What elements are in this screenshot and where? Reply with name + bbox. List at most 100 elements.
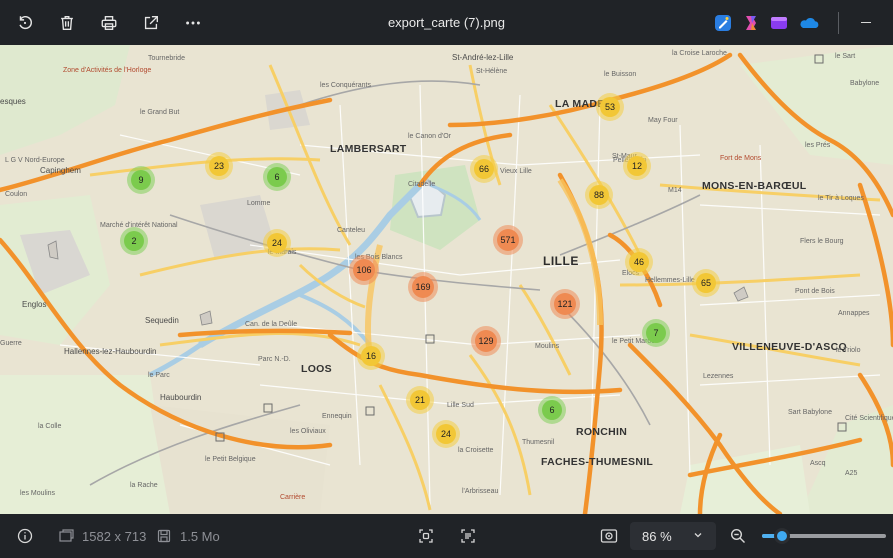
crop-button[interactable]: [418, 514, 434, 558]
cluster-marker[interactable]: 24: [432, 420, 460, 448]
info-button[interactable]: [17, 514, 33, 558]
zoom-slider-thumb[interactable]: [773, 528, 790, 544]
more-options-button[interactable]: [172, 2, 214, 44]
map-place-label: MONS-EN-BARŒUL: [702, 180, 807, 192]
map-place-label: Lomme: [247, 200, 271, 207]
toolbar-actions: [0, 2, 214, 44]
map-place-label: Ennequin: [322, 413, 352, 420]
cluster-count: 23: [209, 156, 229, 176]
map-image[interactable]: Tournebride Zone d'Activités de l'Horloge…: [0, 45, 893, 514]
cluster-marker[interactable]: 46: [625, 248, 653, 276]
cluster-marker[interactable]: 129: [471, 326, 501, 356]
map-place-label: LAMBERSART: [330, 143, 407, 155]
map-place-label: Guerre: [0, 340, 22, 347]
map-place-label: Annappes: [838, 310, 870, 317]
cluster-count: 571: [497, 229, 519, 251]
rotate-button[interactable]: [4, 2, 46, 44]
map-place-label: Lille Sud: [447, 402, 474, 409]
cluster-marker[interactable]: 121: [550, 289, 580, 319]
map-place-label: Ascq: [810, 460, 826, 467]
filesize-text: 1.5 Mo: [180, 528, 220, 544]
minimize-icon: [861, 22, 871, 23]
onedrive-app-icon[interactable]: [798, 14, 820, 32]
cluster-marker[interactable]: 24: [263, 229, 291, 257]
zoom-out-button[interactable]: [730, 514, 746, 558]
fit-to-window-button[interactable]: [600, 514, 618, 558]
cluster-marker[interactable]: 88: [585, 181, 613, 209]
map-place-label: Lezennes: [703, 373, 734, 380]
map-place-label: le Buisson: [604, 71, 637, 78]
cluster-marker[interactable]: 23: [205, 152, 233, 180]
cluster-marker[interactable]: 169: [408, 272, 438, 302]
cluster-marker[interactable]: 53: [596, 93, 624, 121]
top-toolbar: export_carte (7).png: [0, 0, 893, 45]
photo-viewer-window: export_carte (7).png Tournebride Zone d'…: [0, 0, 893, 558]
map-place-label: le Parc: [148, 372, 170, 379]
cluster-count: 12: [627, 156, 647, 176]
map-place-label: Vieux Lille: [500, 168, 532, 175]
cluster-marker[interactable]: 16: [357, 342, 385, 370]
cluster-count: 88: [589, 185, 609, 205]
cluster-marker[interactable]: 571: [493, 225, 523, 255]
cluster-marker[interactable]: 66: [470, 155, 498, 183]
map-place-label: M14: [668, 187, 682, 194]
map-place-label: Citadelle: [408, 181, 436, 188]
map-place-label: esques: [0, 97, 26, 106]
cluster-marker[interactable]: 6: [538, 396, 566, 424]
share-button[interactable]: [130, 2, 172, 44]
clipchamp-app-icon[interactable]: [770, 14, 788, 32]
print-button[interactable]: [88, 2, 130, 44]
cluster-count: 46: [629, 252, 649, 272]
map-place-label: Carrière: [280, 494, 306, 501]
rotate-icon: [19, 15, 32, 29]
map-place-label: la Croisette: [458, 447, 494, 454]
cluster-marker[interactable]: 65: [692, 269, 720, 297]
delete-button[interactable]: [46, 2, 88, 44]
chevron-down-icon: [694, 533, 702, 538]
map-place-label: Babylone: [850, 80, 880, 87]
zoom-out-icon: [730, 528, 745, 543]
map-place-label: Haubourdin: [160, 393, 202, 402]
map-place-label: Cité Scientifique: [845, 415, 893, 422]
cluster-count: 2: [124, 231, 144, 251]
map-place-label: Thumesnil: [522, 439, 555, 446]
delete-icon: [61, 15, 73, 30]
zoom-level-select[interactable]: 86 %: [630, 522, 716, 550]
map-place-label: Sart Babylone: [788, 409, 832, 416]
disk-icon: [157, 529, 171, 543]
cluster-marker[interactable]: 6: [263, 163, 291, 191]
info-icon: [17, 528, 33, 544]
cluster-count: 6: [542, 400, 562, 420]
map-place-label: Can. de la Deûle: [245, 321, 298, 328]
copilot-app-icon[interactable]: [742, 14, 760, 32]
map-place-label: Parc N.-D.: [258, 356, 291, 363]
status-bar: 1582 x 713 1.5 Mo 86 %: [0, 514, 893, 558]
share-icon: [144, 15, 158, 29]
dimensions-text: 1582 x 713: [82, 528, 147, 544]
map-place-label: la Colle: [38, 423, 62, 430]
cluster-count: 9: [131, 170, 151, 190]
map-place-label: Moulins: [535, 343, 560, 350]
map-place-label: A25: [845, 470, 858, 477]
cluster-marker[interactable]: 9: [127, 166, 155, 194]
map-place-label: Hallennes-lez-Haubourdin: [64, 347, 157, 356]
cluster-marker[interactable]: 106: [349, 255, 379, 285]
cluster-marker[interactable]: 12: [623, 152, 651, 180]
cluster-marker[interactable]: 7: [642, 319, 670, 347]
map-place-label: le Triolo: [836, 347, 861, 354]
map-place-label: Tournebride: [148, 55, 185, 62]
cluster-marker[interactable]: 21: [406, 386, 434, 414]
edit-app-icon[interactable]: [714, 14, 732, 32]
toolbar-separator: [838, 11, 839, 34]
zoom-slider[interactable]: [762, 528, 886, 544]
map-place-label: le Tir à Loques: [818, 195, 864, 202]
map-place-label: RONCHIN: [576, 426, 628, 438]
image-dimensions: 1582 x 713: [58, 514, 146, 558]
map-place-label: FACHES-THUMESNIL: [541, 456, 654, 468]
cluster-marker[interactable]: 2: [120, 227, 148, 255]
cluster-count: 121: [554, 293, 576, 315]
map-place-label: les Prés: [805, 142, 831, 149]
text-scan-button[interactable]: [460, 514, 476, 558]
minimize-button[interactable]: [849, 8, 883, 38]
map-place-label: St-André-lez-Lille: [452, 53, 514, 62]
